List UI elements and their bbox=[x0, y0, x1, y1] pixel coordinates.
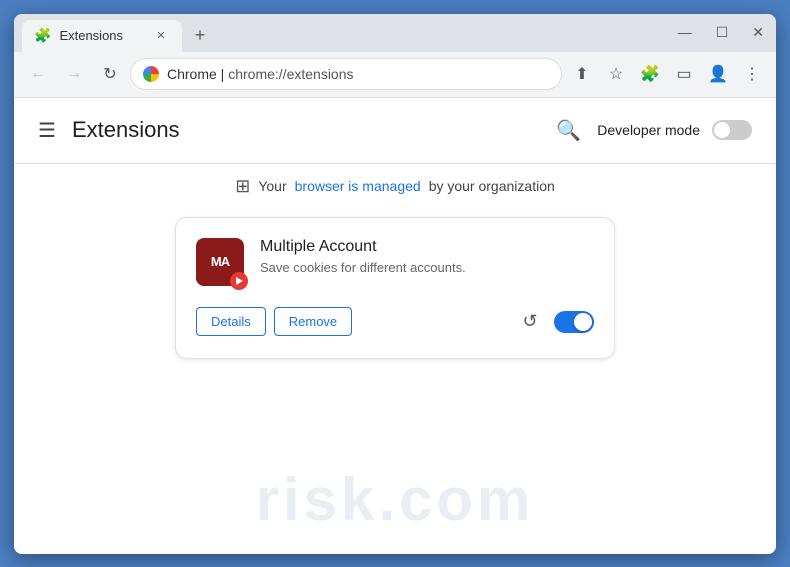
extension-card-bottom: Details Remove ↺ bbox=[196, 306, 594, 338]
menu-button[interactable]: ⋮ bbox=[736, 58, 768, 90]
managed-icon: ⊞ bbox=[235, 176, 250, 197]
window-controls: — ☐ ✕ bbox=[674, 22, 768, 43]
reload-button[interactable]: ↻ bbox=[94, 58, 126, 90]
details-button[interactable]: Details bbox=[196, 307, 266, 336]
extension-enable-toggle[interactable] bbox=[554, 311, 594, 333]
developer-mode-label: Developer mode bbox=[597, 122, 700, 138]
account-button[interactable]: 👤 bbox=[702, 58, 734, 90]
browser-window: 🧩 Extensions ✕ + — ☐ ✕ ← → ↻ Chrome | ch… bbox=[14, 14, 776, 554]
maximize-button[interactable]: ☐ bbox=[712, 22, 733, 43]
managed-text-before: Your bbox=[258, 178, 286, 194]
close-button[interactable]: ✕ bbox=[748, 22, 768, 43]
address-bar[interactable]: Chrome | chrome://extensions bbox=[130, 58, 562, 90]
tab-title: Extensions bbox=[59, 28, 123, 43]
page-title: Extensions bbox=[72, 117, 180, 143]
managed-banner: ⊞ Your browser is managed by your organi… bbox=[14, 164, 776, 209]
bookmark-button[interactable]: ☆ bbox=[600, 58, 632, 90]
managed-link[interactable]: browser is managed bbox=[295, 178, 421, 194]
extension-card-top: MA Multiple Account Save cookies for dif… bbox=[196, 238, 594, 286]
toolbar: ← → ↻ Chrome | chrome://extensions ⬆ ☆ 🧩… bbox=[14, 52, 776, 98]
minimize-button[interactable]: — bbox=[674, 22, 696, 42]
developer-mode-toggle[interactable] bbox=[712, 120, 752, 140]
watermark: risk.com bbox=[256, 465, 535, 534]
page-content: ☰ Extensions 🔍 Developer mode ⊞ Your bro… bbox=[14, 98, 776, 554]
extension-card: MA Multiple Account Save cookies for dif… bbox=[175, 217, 615, 359]
extension-description: Save cookies for different accounts. bbox=[260, 260, 594, 275]
extensions-header: ☰ Extensions 🔍 Developer mode bbox=[14, 98, 776, 164]
address-text: Chrome | chrome://extensions bbox=[167, 66, 549, 82]
remove-button[interactable]: Remove bbox=[274, 307, 352, 336]
active-tab[interactable]: 🧩 Extensions ✕ bbox=[22, 20, 182, 52]
toggle-knob-on bbox=[574, 313, 592, 331]
toggle-knob bbox=[714, 122, 730, 138]
hamburger-icon[interactable]: ☰ bbox=[38, 118, 56, 143]
share-button[interactable]: ⬆ bbox=[566, 58, 598, 90]
url-path: chrome://extensions bbox=[228, 66, 353, 82]
extensions-right: 🔍 Developer mode bbox=[552, 114, 752, 147]
extension-reload-button[interactable]: ↺ bbox=[514, 306, 546, 338]
toolbar-right: ⬆ ☆ 🧩 ▭ 👤 ⋮ bbox=[566, 58, 768, 90]
search-button[interactable]: 🔍 bbox=[552, 114, 585, 147]
extensions-title-area: ☰ Extensions bbox=[38, 117, 180, 143]
sidebar-button[interactable]: ▭ bbox=[668, 58, 700, 90]
extensions-button[interactable]: 🧩 bbox=[634, 58, 666, 90]
new-tab-button[interactable]: + bbox=[186, 22, 214, 50]
play-icon bbox=[234, 276, 244, 286]
managed-text-after: by your organization bbox=[429, 178, 555, 194]
address-separator: | bbox=[217, 66, 228, 82]
site-name: Chrome bbox=[167, 66, 217, 82]
back-button[interactable]: ← bbox=[22, 58, 54, 90]
tab-close-button[interactable]: ✕ bbox=[152, 27, 170, 45]
tab-strip: 🧩 Extensions ✕ + bbox=[22, 20, 768, 52]
tab-puzzle-icon: 🧩 bbox=[34, 27, 51, 44]
chrome-logo-icon bbox=[143, 66, 159, 82]
forward-button[interactable]: → bbox=[58, 58, 90, 90]
extension-badge bbox=[230, 272, 248, 290]
extension-info: Multiple Account Save cookies for differ… bbox=[260, 238, 594, 275]
extension-name: Multiple Account bbox=[260, 238, 594, 256]
extension-icon-wrapper: MA bbox=[196, 238, 244, 286]
title-bar: 🧩 Extensions ✕ + — ☐ ✕ bbox=[14, 14, 776, 52]
